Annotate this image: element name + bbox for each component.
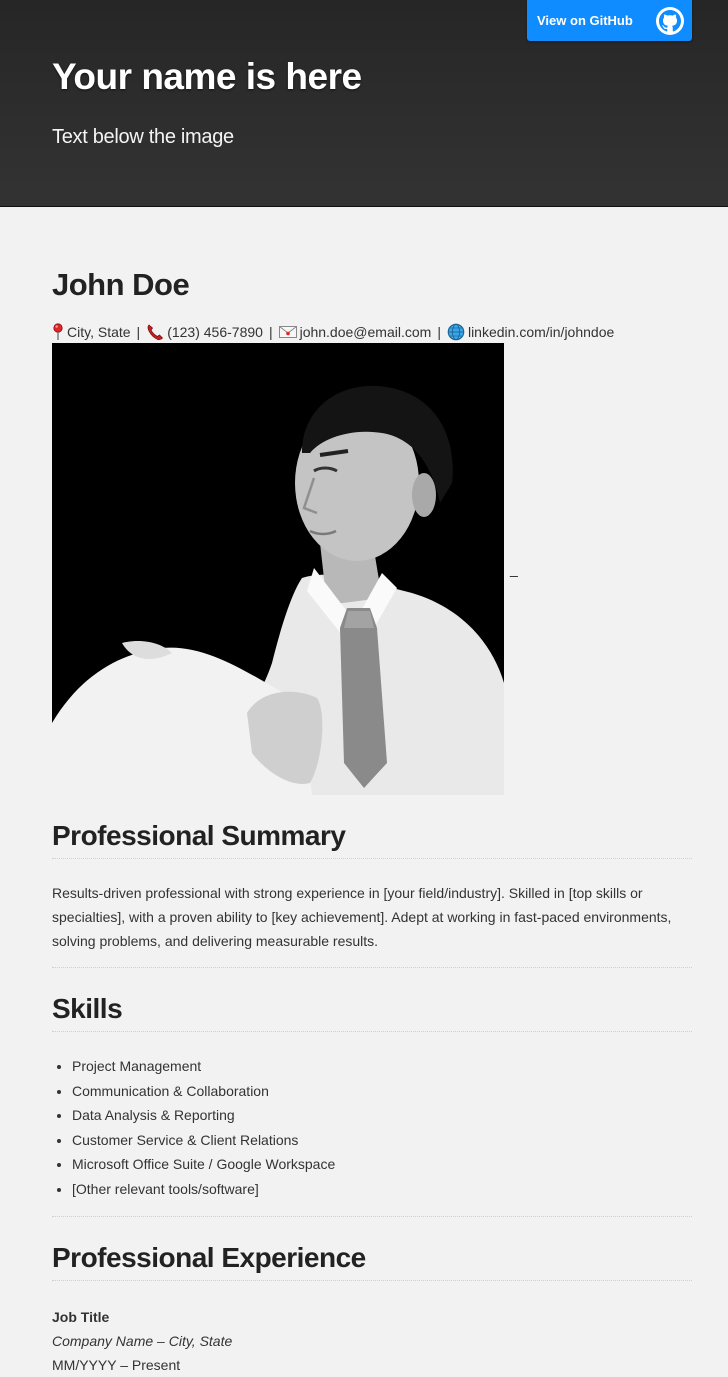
envelope-icon: [278, 325, 297, 339]
separator: |: [437, 324, 441, 340]
list-item: [Other relevant tools/software]: [72, 1177, 692, 1202]
site-title: Your name is here: [52, 56, 362, 97]
contact-line: City, State | (123) 456-7890 | john.doe@…: [52, 323, 692, 341]
experience-heading: Professional Experience: [52, 1241, 692, 1281]
list-item: Data Analysis & Reporting: [72, 1103, 692, 1128]
job-dates: MM/YYYY – Present: [52, 1356, 181, 1373]
photo-caption: _: [510, 561, 518, 577]
separator: |: [136, 324, 141, 340]
list-item: Microsoft Office Suite / Google Workspac…: [72, 1152, 692, 1177]
job-entry: Job Title Company Name – City, State MM/…: [52, 1305, 692, 1377]
skills-heading: Skills: [52, 992, 692, 1032]
summary-heading: Professional Summary: [52, 819, 692, 859]
view-on-github-button[interactable]: View on GitHub: [527, 0, 692, 41]
separator: |: [268, 324, 273, 340]
phone-icon: [146, 323, 164, 341]
list-item: Customer Service & Client Relations: [72, 1128, 692, 1153]
contact-phone: (123) 456-7890: [167, 324, 263, 340]
main-content: John Doe City, State | (123) 456-7890 | …: [0, 269, 728, 1377]
profile-photo: [52, 343, 504, 795]
list-item: Project Management: [72, 1054, 692, 1079]
github-octocat-icon: [656, 6, 684, 35]
skills-list: Project Management Communication & Colla…: [52, 1054, 692, 1217]
list-item: Communication & Collaboration: [72, 1079, 692, 1104]
contact-email[interactable]: john.doe@email.com: [300, 323, 432, 341]
resume-name: John Doe: [52, 267, 190, 302]
site-tagline: Text below the image: [52, 126, 234, 148]
github-button-label: View on GitHub: [537, 13, 633, 28]
photo-row: _: [52, 343, 692, 795]
pin-icon: [52, 323, 64, 341]
globe-icon: [447, 323, 465, 341]
site-header: View on GitHub Your name is here Text be…: [0, 0, 728, 207]
job-company: Company Name – City, State: [52, 1332, 233, 1349]
contact-location: City, State: [67, 324, 131, 340]
summary-text: Results-driven professional with strong …: [52, 881, 692, 968]
contact-linkedin[interactable]: linkedin.com/in/johndoe: [468, 323, 614, 341]
job-title: Job Title: [52, 1308, 110, 1325]
